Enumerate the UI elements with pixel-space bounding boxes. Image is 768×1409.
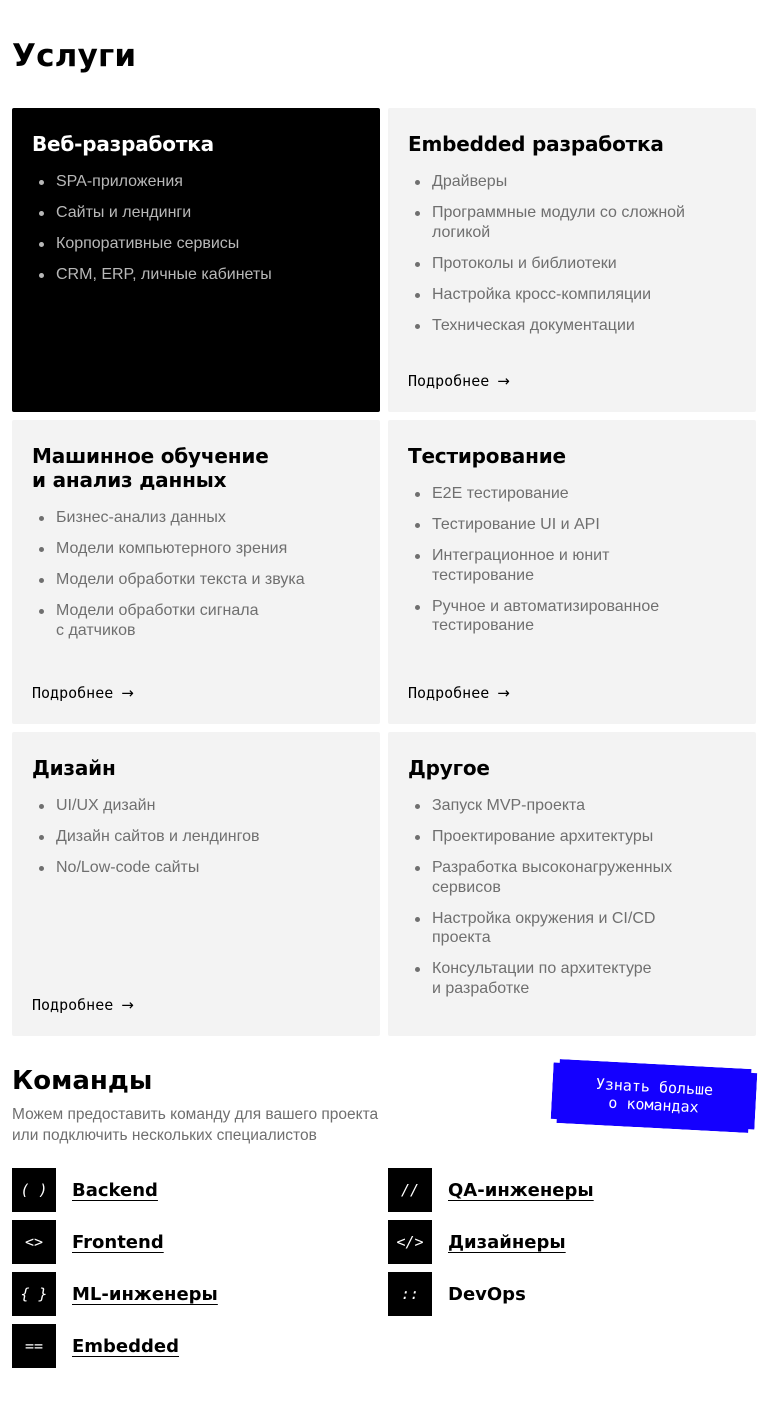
service-card-title: Embedded разработка — [408, 132, 664, 156]
parentheses-icon: ( ) — [12, 1168, 56, 1212]
role-link[interactable]: Дизайнеры — [448, 1232, 566, 1253]
service-card-title: Тестирование — [408, 444, 566, 468]
teams-subtitle: Можем предоставить команду для вашего пр… — [12, 1106, 379, 1144]
arrow-right-icon: → — [121, 996, 134, 1014]
role-link[interactable]: ML-инженеры — [72, 1284, 218, 1305]
more-link[interactable]: Подробнее → — [32, 996, 134, 1014]
service-card-ml[interactable]: Машинное обучение и анализ данных Бизнес… — [12, 420, 380, 724]
service-list-item: Модели компьютерного зрения — [32, 539, 360, 559]
code-tag-icon: </> — [388, 1220, 432, 1264]
service-list-item: CRM, ERP, личные кабинеты — [32, 265, 360, 285]
role-link[interactable]: Frontend — [72, 1232, 164, 1253]
service-list-item: Разработка высоконагруженных сервисов — [408, 858, 736, 897]
learn-more-teams-button[interactable]: Узнать больше о командах — [550, 1059, 757, 1134]
services-grid: Веб-разработка SPA-приложения Сайты и ле… — [12, 108, 756, 1036]
service-card-web[interactable]: Веб-разработка SPA-приложения Сайты и ле… — [12, 108, 380, 412]
role-item-ml[interactable]: { } ML-инженеры — [12, 1272, 388, 1316]
service-list: E2E тестирование Тестирование UI и API И… — [408, 484, 736, 636]
service-list-item: E2E тестирование — [408, 484, 736, 504]
service-list-item: Запуск MVP-проекта — [408, 796, 736, 816]
service-list-item: Настройка кросс-компиляции — [408, 285, 736, 305]
role-link[interactable]: QA-инженеры — [448, 1180, 594, 1201]
service-list-item: Программные модули со сложной логикой — [408, 203, 736, 242]
service-list-item: Драйверы — [408, 172, 736, 192]
more-link[interactable]: Подробнее → — [408, 372, 510, 390]
service-list-item: Модели обработки сигнала с датчиков — [32, 601, 360, 640]
service-card-title: Другое — [408, 756, 490, 780]
role-item-embedded[interactable]: == Embedded — [12, 1324, 388, 1368]
service-card-embedded[interactable]: Embedded разработка Драйверы Программные… — [388, 108, 756, 412]
service-list-item: SPA-приложения — [32, 172, 360, 192]
service-card-title: Машинное обучение и анализ данных — [32, 444, 269, 492]
service-list: SPA-приложения Сайты и лендинги Корпорат… — [32, 172, 360, 285]
role-link[interactable]: Embedded — [72, 1336, 179, 1357]
double-equals-icon: == — [12, 1324, 56, 1368]
more-link-label: Подробнее — [32, 684, 114, 702]
service-list-item: No/Low-code сайты — [32, 858, 360, 878]
service-card-title: Дизайн — [32, 756, 116, 780]
service-card-other[interactable]: Другое Запуск MVP-проекта Проектирование… — [388, 732, 756, 1036]
service-card-design[interactable]: Дизайн UI/UX дизайн Дизайн сайтов и ленд… — [12, 732, 380, 1036]
service-list-item: Тестирование UI и API — [408, 515, 736, 535]
service-list: Бизнес-анализ данных Модели компьютерног… — [32, 508, 360, 640]
service-list: Запуск MVP-проекта Проектирование архите… — [408, 796, 736, 998]
angle-brackets-icon: <> — [12, 1220, 56, 1264]
service-list-item: Консультации по архитектуре и разработке — [408, 959, 736, 998]
arrow-right-icon: → — [121, 684, 134, 702]
service-list-item: Техническая документации — [408, 316, 736, 336]
service-list-item: UI/UX дизайн — [32, 796, 360, 816]
service-card-testing[interactable]: Тестирование E2E тестирование Тестирован… — [388, 420, 756, 724]
more-link[interactable]: Подробнее → — [408, 684, 510, 702]
arrow-right-icon: → — [497, 372, 510, 390]
role-item-devops: :: DevOps — [388, 1272, 756, 1316]
curly-braces-icon: { } — [12, 1272, 56, 1316]
role-label: DevOps — [448, 1283, 526, 1305]
service-list-item: Модели обработки текста и звука — [32, 570, 360, 590]
service-list-item: Протоколы и библиотеки — [408, 254, 736, 274]
service-card-title: Веб-разработка — [32, 132, 214, 156]
service-list-item: Ручное и автоматизированное тестирование — [408, 597, 736, 636]
role-item-qa[interactable]: // QA-инженеры — [388, 1168, 756, 1212]
more-link-label: Подробнее — [32, 996, 114, 1014]
more-link-label: Подробнее — [408, 372, 490, 390]
service-list-item: Корпоративные сервисы — [32, 234, 360, 254]
arrow-right-icon: → — [497, 684, 510, 702]
service-list-item: Сайты и лендинги — [32, 203, 360, 223]
service-list-item: Настройка окружения и CI/CD проекта — [408, 909, 736, 948]
role-link[interactable]: Backend — [72, 1180, 158, 1201]
more-link-label: Подробнее — [408, 684, 490, 702]
role-item-designers[interactable]: </> Дизайнеры — [388, 1220, 756, 1264]
more-link[interactable]: Подробнее → — [32, 684, 134, 702]
role-item-frontend[interactable]: <> Frontend — [12, 1220, 388, 1264]
teams-title: Команды — [12, 1066, 153, 1096]
service-list-item: Проектирование архитектуры — [408, 827, 736, 847]
service-list-item: Дизайн сайтов и лендингов — [32, 827, 360, 847]
team-roles-list: ( ) Backend // QA-инженеры <> Frontend <… — [12, 1168, 756, 1368]
double-slash-icon: // — [388, 1168, 432, 1212]
service-list: UI/UX дизайн Дизайн сайтов и лендингов N… — [32, 796, 360, 878]
role-item-backend[interactable]: ( ) Backend — [12, 1168, 388, 1212]
services-title: Услуги — [12, 38, 137, 74]
double-colon-icon: :: — [388, 1272, 432, 1316]
service-list: Драйверы Программные модули со сложной л… — [408, 172, 736, 335]
service-list-item: Интеграционное и юнит тестирование — [408, 546, 736, 585]
service-list-item: Бизнес-анализ данных — [32, 508, 360, 528]
